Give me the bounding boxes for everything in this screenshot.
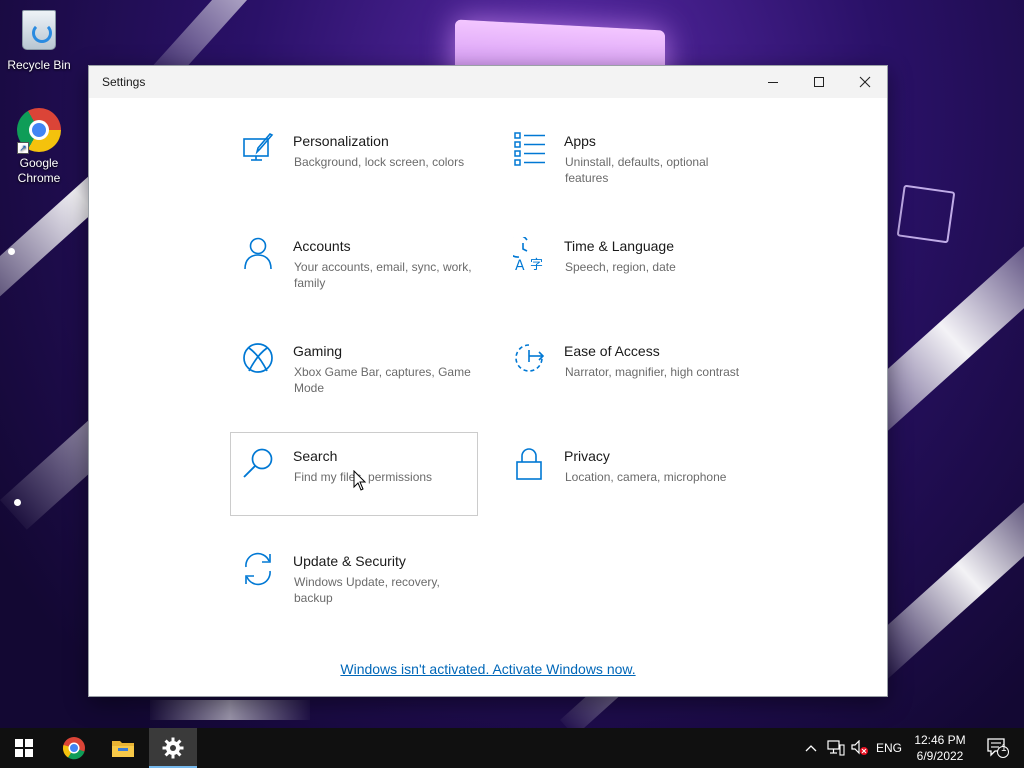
tile-name: Gaming [293,343,343,359]
clock-date: 6/9/2022 [916,749,964,763]
clock-time: 12:46 PM [914,733,966,747]
lock-icon [516,448,542,480]
desktop-icon-google-chrome[interactable]: ↗ Google Chrome [1,108,77,186]
desktop-icon-recycle-bin[interactable]: Recycle Bin [1,8,77,72]
close-icon [859,76,871,88]
recycle-bin-icon [17,10,61,54]
search-icon [243,448,273,478]
minimize-icon [768,82,778,83]
mouse-cursor-icon [353,470,367,491]
tile-privacy[interactable]: Privacy Location, camera, microphone [502,447,750,531]
tile-time-language[interactable]: A 字 Time & Language Speech, region, date [502,237,750,321]
ease-of-access-icon [515,344,545,372]
chrome-icon: ↗ [17,108,61,154]
tile-description: Narrator, magnifier, high contrast [565,365,740,379]
tile-gaming[interactable]: Gaming Xbox Game Bar, captures, Game Mod… [231,342,479,426]
tile-description: Windows Update, recovery, backup [294,575,440,605]
tile-description: Speech, region, date [565,260,676,274]
file-explorer-icon [112,741,134,757]
svg-text:A: A [515,258,525,271]
tile-description: Xbox Game Bar, captures, Game Mode [294,365,471,395]
tile-name: Ease of Access [564,343,660,359]
tile-description: Background, lock screen, colors [294,155,465,169]
tile-description: Your accounts, email, sync, work, family [294,260,472,290]
desktop-icon-label: Google Chrome [17,156,61,185]
network-button[interactable] [824,728,848,768]
taskbar-chrome-button[interactable] [50,728,98,768]
update-icon [245,552,271,586]
tile-name: Time & Language [564,238,674,254]
minimize-button[interactable] [750,66,796,98]
volume-button[interactable] [848,728,872,768]
notification-count-badge: 1 [1001,743,1007,754]
time-language-icon: A 字 [513,237,543,271]
language-indicator[interactable]: ENG [876,741,902,755]
settings-window: Settings Personalization Background, loc… [88,65,888,697]
personalization-icon [243,133,274,161]
taskbar-settings-button[interactable] [149,728,197,768]
window-title: Settings [102,75,146,89]
taskbar-clock[interactable]: 12:46 PM 6/9/2022 [900,732,980,764]
tile-update-security[interactable]: Update & Security Windows Update, recove… [231,552,479,636]
network-icon [827,740,845,756]
start-icon [15,739,33,757]
tile-description: Uninstall, defaults, optional features [565,155,709,185]
settings-gear-icon [162,737,184,759]
tile-personalization[interactable]: Personalization Background, lock screen,… [231,132,479,216]
accounts-icon [244,237,272,270]
show-hidden-icons-button[interactable] [800,728,822,768]
action-center-button[interactable]: 1 [978,728,1018,768]
taskbar-file-explorer-button[interactable] [99,728,147,768]
activate-windows-link[interactable]: Windows isn't activated. Activate Window… [89,661,887,677]
start-button[interactable] [0,728,48,768]
volume-muted-icon [851,740,868,755]
tile-ease-of-access[interactable]: Ease of Access Narrator, magnifier, high… [502,342,750,426]
title-bar[interactable]: Settings [89,66,887,98]
desktop-icon-label: Recycle Bin [7,58,71,72]
tile-name: Privacy [564,448,610,464]
tile-name: Search [293,448,338,464]
maximize-button[interactable] [796,66,842,98]
tile-description: Find my files, permissions [294,470,433,484]
chrome-icon [62,737,85,760]
tile-name: Update & Security [293,553,406,569]
tile-name: Personalization [293,133,389,149]
close-button[interactable] [842,66,888,98]
chevron-up-icon [805,745,817,752]
xbox-icon [243,343,273,373]
tile-description: Location, camera, microphone [565,470,727,484]
svg-text:字: 字 [530,258,543,271]
taskbar: ENG 12:46 PM 6/9/2022 1 [0,728,1024,768]
tile-apps[interactable]: Apps Uninstall, defaults, optional featu… [502,132,750,216]
tile-accounts[interactable]: Accounts Your accounts, email, sync, wor… [231,237,479,321]
tile-name: Apps [564,133,596,149]
maximize-icon [814,77,824,87]
tile-name: Accounts [293,238,351,254]
apps-icon [514,132,545,166]
